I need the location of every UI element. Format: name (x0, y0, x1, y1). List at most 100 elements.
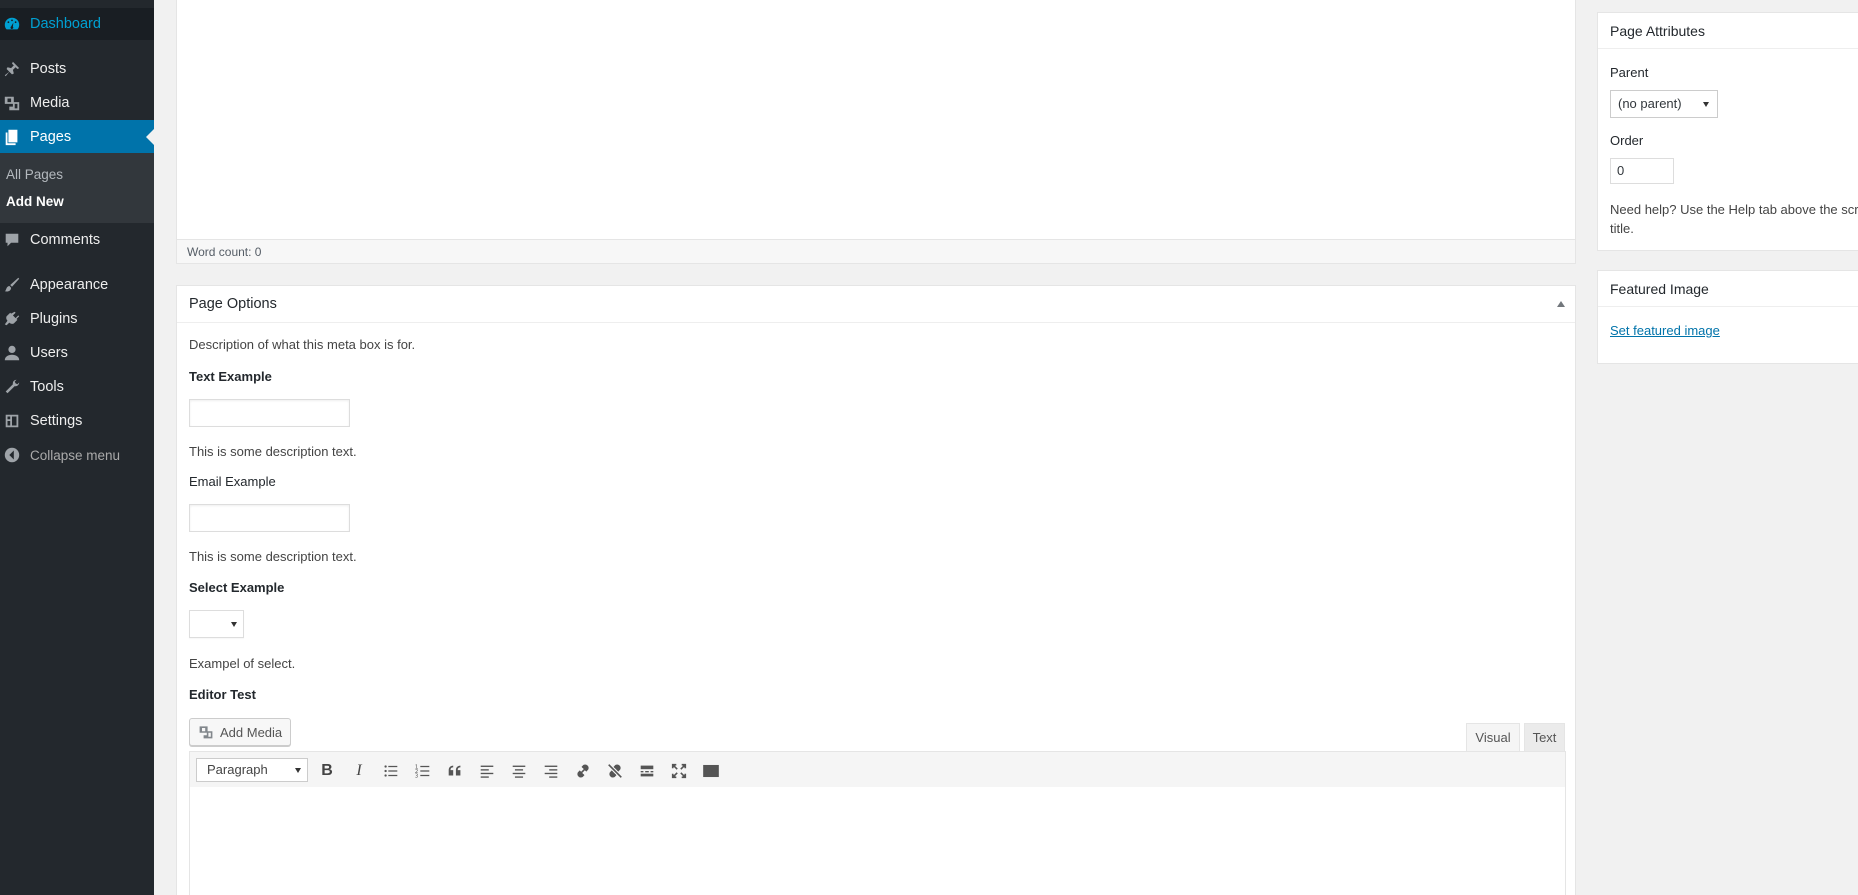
sidebar-item-dashboard[interactable]: Dashboard (0, 8, 154, 40)
sidebar-item-label: Plugins (30, 311, 78, 327)
pages-icon (3, 128, 21, 146)
text-example-label: Text Example (189, 369, 272, 384)
unlink-icon (608, 764, 622, 778)
italic-icon: I (356, 762, 362, 779)
read-more-button[interactable] (634, 758, 660, 784)
italic-button[interactable]: I (346, 758, 372, 784)
collapse-toggle-icon[interactable] (1557, 301, 1565, 307)
toolbar-toggle-button[interactable] (698, 758, 724, 784)
metabox-header[interactable]: Page Options (177, 286, 1575, 323)
content-editor[interactable]: Word count: 0 (176, 0, 1576, 264)
sidebar-item-label: Tools (30, 379, 64, 395)
pages-submenu: All Pages Add New (0, 153, 154, 223)
parent-select[interactable]: (no parent) (1610, 90, 1718, 118)
sidebar-item-label: Settings (30, 413, 83, 429)
set-featured-image-link[interactable]: Set featured image (1610, 323, 1720, 338)
email-example-input[interactable] (189, 504, 350, 532)
collapse-icon (3, 446, 21, 464)
text-example-description: This is some description text. (189, 444, 357, 459)
numbered-list-icon: 123 (415, 764, 430, 779)
sidebar-item-media[interactable]: Media (0, 86, 154, 120)
align-right-button[interactable] (538, 758, 564, 784)
admin-sidebar: Dashboard Posts Media Pages All Pages Ad… (0, 0, 154, 895)
order-input[interactable]: 0 (1610, 158, 1674, 184)
pushpin-icon (3, 60, 21, 78)
insert-link-button[interactable] (570, 758, 596, 784)
select-example-dropdown[interactable] (189, 610, 244, 638)
format-select[interactable]: Paragraph (196, 758, 308, 782)
sidebar-item-appearance[interactable]: Appearance (0, 268, 154, 302)
tab-text[interactable]: Text (1524, 723, 1565, 752)
collapse-menu-label: Collapse menu (30, 447, 121, 463)
paintbrush-icon (3, 276, 21, 294)
metabox-header[interactable]: Featured Image (1598, 271, 1858, 307)
comment-icon (3, 231, 21, 249)
sidebar-item-label: Dashboard (30, 16, 101, 32)
bulleted-list-button[interactable] (378, 758, 404, 784)
help-text: Need help? Use the Help tab above the sc… (1610, 202, 1858, 236)
order-label: Order (1610, 133, 1644, 148)
link-icon (577, 764, 589, 778)
add-media-label: Add Media (220, 724, 283, 740)
fullscreen-button[interactable] (666, 758, 692, 784)
sidebar-item-label: Users (30, 345, 68, 361)
metabox-title: Page Options (189, 296, 277, 312)
bulleted-list-icon (384, 765, 398, 777)
editor-toolbar: Paragraph B I 123 (189, 751, 1566, 788)
add-media-button[interactable]: Add Media (189, 718, 291, 746)
fullscreen-icon (671, 763, 687, 779)
media-icon (199, 726, 213, 739)
select-example-description: Exampel of select. (189, 656, 296, 671)
collapse-menu-button[interactable]: Collapse menu (0, 438, 154, 472)
settings-icon (3, 412, 21, 430)
blockquote-button[interactable] (442, 758, 468, 784)
chevron-down-icon (1703, 102, 1709, 107)
sidebar-item-label: Appearance (30, 277, 109, 293)
format-select-value: Paragraph (207, 762, 268, 777)
sidebar-item-label: Comments (30, 232, 101, 248)
page-attributes-metabox: Page Attributes Parent (no parent) Order… (1597, 12, 1858, 251)
text-example-input[interactable] (189, 399, 350, 427)
align-center-button[interactable] (506, 758, 532, 784)
dashboard-icon (3, 15, 21, 33)
featured-image-metabox: Featured Image Set featured image (1597, 270, 1858, 364)
svg-text:3: 3 (415, 773, 418, 779)
chevron-down-icon (295, 768, 301, 773)
align-left-icon (480, 765, 494, 778)
tab-visual[interactable]: Visual (1466, 723, 1520, 752)
sidebar-item-settings[interactable]: Settings (0, 404, 154, 438)
sidebar-item-tools[interactable]: Tools (0, 370, 154, 404)
metabox-description: Description of what this meta box is for… (189, 337, 416, 352)
sidebar-item-comments[interactable]: Comments (0, 223, 154, 257)
user-icon (3, 344, 21, 362)
sidebar-item-label: Posts (30, 61, 67, 77)
metabox-header[interactable]: Page Attributes (1598, 13, 1858, 49)
media-icon (3, 94, 21, 112)
remove-link-button[interactable] (602, 758, 628, 784)
read-more-icon (640, 765, 654, 777)
email-example-label: Email Example (189, 474, 276, 489)
bold-button[interactable]: B (314, 758, 340, 784)
sidebar-item-plugins[interactable]: Plugins (0, 302, 154, 336)
sidebar-item-pages[interactable]: Pages (0, 120, 154, 154)
word-count: Word count: 0 (177, 239, 1575, 263)
sidebar-item-posts[interactable]: Posts (0, 52, 154, 86)
submenu-all-pages[interactable]: All Pages (6, 167, 63, 182)
select-example-label: Select Example (189, 580, 285, 595)
chevron-down-icon (231, 622, 237, 627)
wrench-icon (3, 378, 21, 396)
align-right-icon (544, 765, 558, 778)
sidebar-item-users[interactable]: Users (0, 336, 154, 370)
current-menu-arrow (146, 129, 154, 145)
quote-icon (448, 765, 461, 776)
email-example-description: This is some description text. (189, 549, 357, 564)
editor-content-area[interactable] (189, 787, 1566, 895)
numbered-list-button[interactable]: 123 (410, 758, 436, 784)
sidebar-item-label: Media (30, 95, 70, 111)
metabox-title: Featured Image (1610, 281, 1709, 297)
keyboard-icon (703, 764, 719, 778)
parent-label: Parent (1610, 65, 1649, 80)
metabox-title: Page Attributes (1610, 23, 1705, 39)
submenu-add-new[interactable]: Add New (6, 194, 64, 209)
align-left-button[interactable] (474, 758, 500, 784)
